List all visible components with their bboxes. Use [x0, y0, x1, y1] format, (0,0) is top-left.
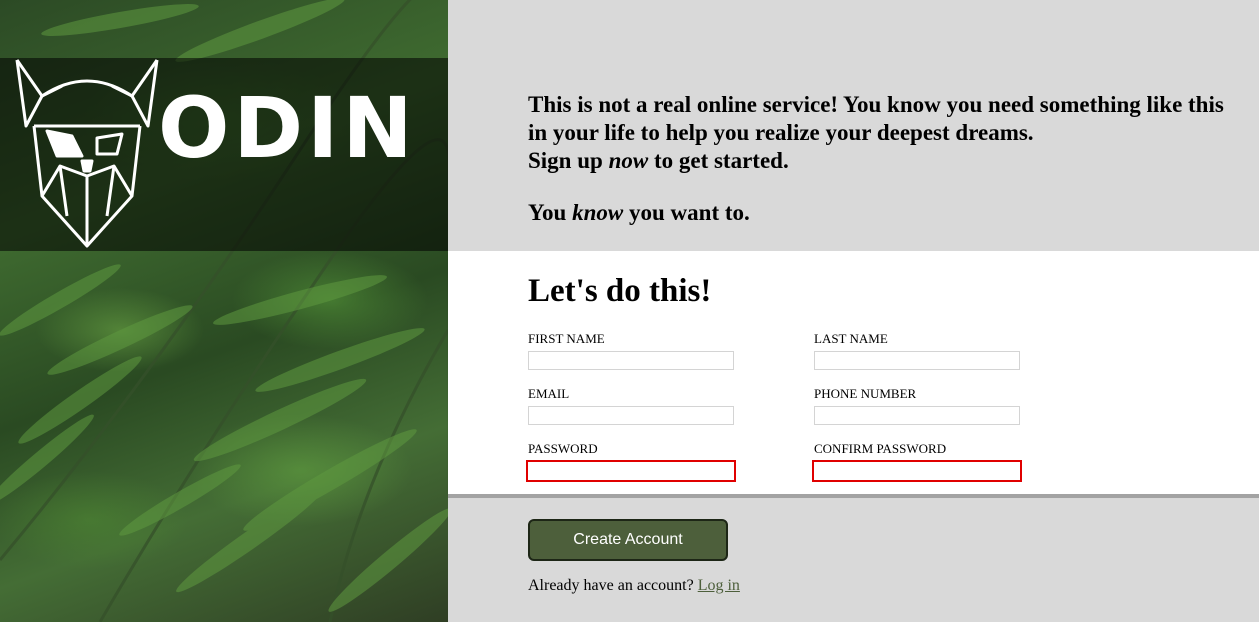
- first-name-label: FIRST NAME: [528, 331, 605, 346]
- login-link[interactable]: Log in: [698, 577, 740, 594]
- confirm-password-group: CONFIRM PASSWORD: [812, 441, 1024, 482]
- login-prompt: Already have an account? Log in: [528, 576, 740, 596]
- last-name-input[interactable]: [814, 351, 1020, 370]
- last-name-group: LAST NAME: [814, 331, 1024, 370]
- first-name-input[interactable]: [528, 351, 734, 370]
- password-group: PASSWORD: [526, 441, 738, 482]
- confirm-password-label: CONFIRM PASSWORD: [814, 441, 947, 456]
- intro-line-3: You know you want to.: [528, 199, 1228, 227]
- hero-image-panel: ODIN: [0, 0, 448, 622]
- signup-form-panel: Let's do this! FIRST NAME LAST NAME EMAI…: [448, 251, 1259, 498]
- password-input[interactable]: [526, 460, 736, 482]
- last-name-label: LAST NAME: [814, 331, 888, 346]
- email-input[interactable]: [528, 406, 734, 425]
- intro-line-3-end: you want to.: [623, 200, 750, 225]
- email-group: EMAIL: [528, 386, 738, 425]
- intro-line-2-end: to get started.: [648, 148, 789, 173]
- password-label: PASSWORD: [528, 441, 598, 456]
- login-prompt-text: Already have an account?: [528, 577, 694, 594]
- form-title: Let's do this!: [528, 273, 712, 309]
- intro-line-2-emphasis: now: [608, 148, 649, 173]
- confirm-password-input[interactable]: [812, 460, 1022, 482]
- intro-line-2-start: Sign up: [528, 148, 609, 173]
- intro-line-2: Sign up now to get started.: [528, 147, 1228, 175]
- phone-label: PHONE NUMBER: [814, 386, 917, 401]
- first-name-group: FIRST NAME: [528, 331, 738, 370]
- phone-input[interactable]: [814, 406, 1020, 425]
- create-account-button[interactable]: Create Account: [528, 519, 728, 561]
- intro-line-3-start: You: [528, 200, 573, 225]
- intro-text: This is not a real online service! You k…: [528, 91, 1228, 227]
- phone-group: PHONE NUMBER: [814, 386, 1024, 425]
- email-label: EMAIL: [528, 386, 570, 401]
- intro-line-3-emphasis: know: [572, 200, 624, 225]
- brand-name: ODIN: [158, 79, 417, 177]
- intro-line-1: This is not a real online service! You k…: [528, 92, 1224, 145]
